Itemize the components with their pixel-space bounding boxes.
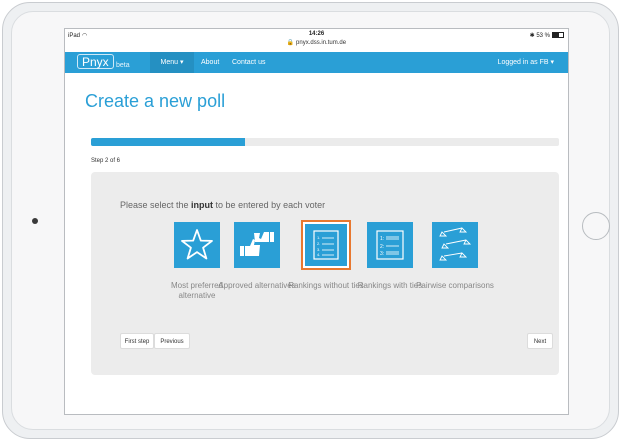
first-step-button[interactable]: First step (120, 333, 154, 349)
home-button[interactable] (582, 212, 610, 240)
brand-logo[interactable]: Pnyx (77, 54, 114, 69)
svg-text:1.: 1. (317, 235, 320, 240)
battery-percent: 53 % (536, 33, 550, 39)
nav-about[interactable]: About (201, 52, 219, 73)
svg-text:2:: 2: (380, 244, 384, 250)
address-bar[interactable]: 🔒 pnyx.dss.in.tum.de (65, 39, 568, 46)
status-right: ✱ 53 % (530, 32, 564, 39)
nav-menu-dropdown[interactable]: Menu ▾ (150, 52, 194, 73)
balance-scales-icon[interactable] (432, 222, 478, 268)
svg-text:2.: 2. (317, 241, 320, 246)
input-type-panel: Please select the input to be entered by… (91, 172, 559, 375)
camera (32, 218, 38, 224)
page-title: Create a new poll (85, 91, 226, 111)
instruction-text: Please select the input to be entered by… (120, 200, 326, 210)
svg-text:1:: 1: (380, 236, 384, 242)
battery-icon (552, 32, 564, 39)
star-icon[interactable] (174, 222, 220, 268)
next-button[interactable]: Next (527, 333, 553, 349)
step-indicator: Step 2 of 6 (91, 158, 121, 164)
navbar: Pnyx beta Menu ▾ About Contact us Logged… (65, 52, 568, 73)
status-bar: iPad ◠ 14:26 🔒 pnyx.dss.in.tum.de ✱ 53 % (65, 29, 568, 52)
progress-bar (91, 138, 559, 146)
bluetooth-icon: ✱ (529, 33, 535, 39)
ranked-list-icon[interactable]: 1. 2. 3. 4. (301, 220, 351, 270)
option-label: Pairwise comparisons (416, 281, 494, 290)
screen: iPad ◠ 14:26 🔒 pnyx.dss.in.tum.de ✱ 53 % … (64, 28, 569, 415)
user-menu-dropdown[interactable]: Logged in as FB ▾ (498, 52, 554, 73)
svg-text:4.: 4. (317, 252, 320, 257)
svg-text:3:: 3: (380, 251, 384, 257)
address-url: pnyx.dss.in.tum.de (296, 40, 347, 46)
ranked-list-ties-icon[interactable]: 1: 2: 3: (367, 222, 413, 268)
status-time: 14:26 (308, 31, 325, 37)
brand-beta: beta (116, 62, 130, 69)
progress-fill (91, 138, 246, 146)
previous-button[interactable]: Previous (154, 333, 190, 349)
nav-contact[interactable]: Contact us (232, 52, 265, 73)
thumbs-up-down-icon[interactable] (234, 222, 280, 268)
